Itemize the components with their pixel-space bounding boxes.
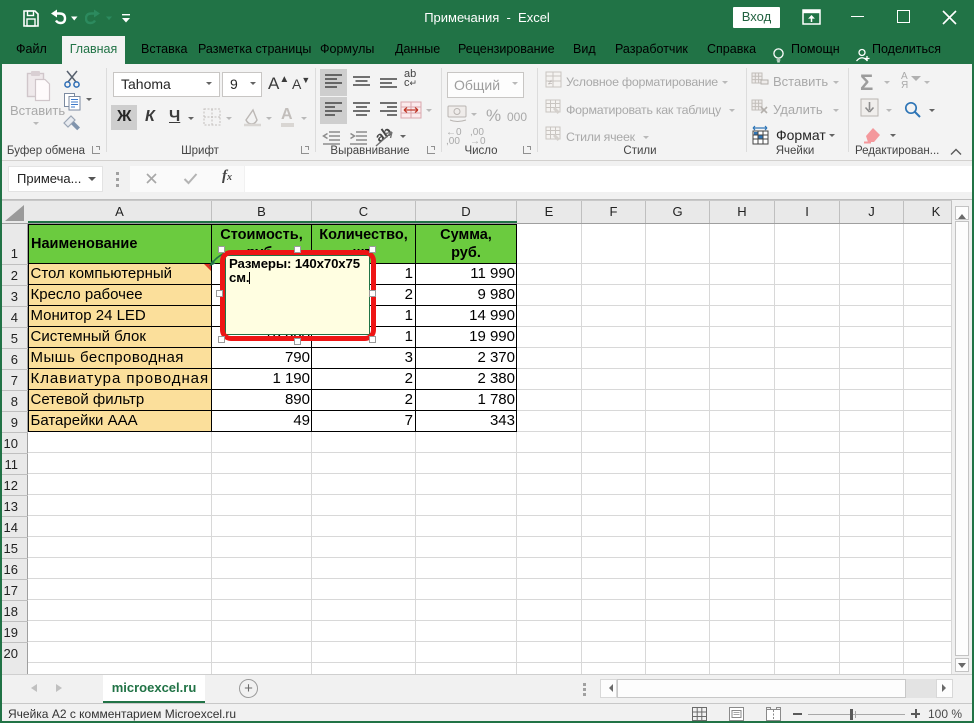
svg-text:≠: ≠ bbox=[548, 78, 553, 87]
